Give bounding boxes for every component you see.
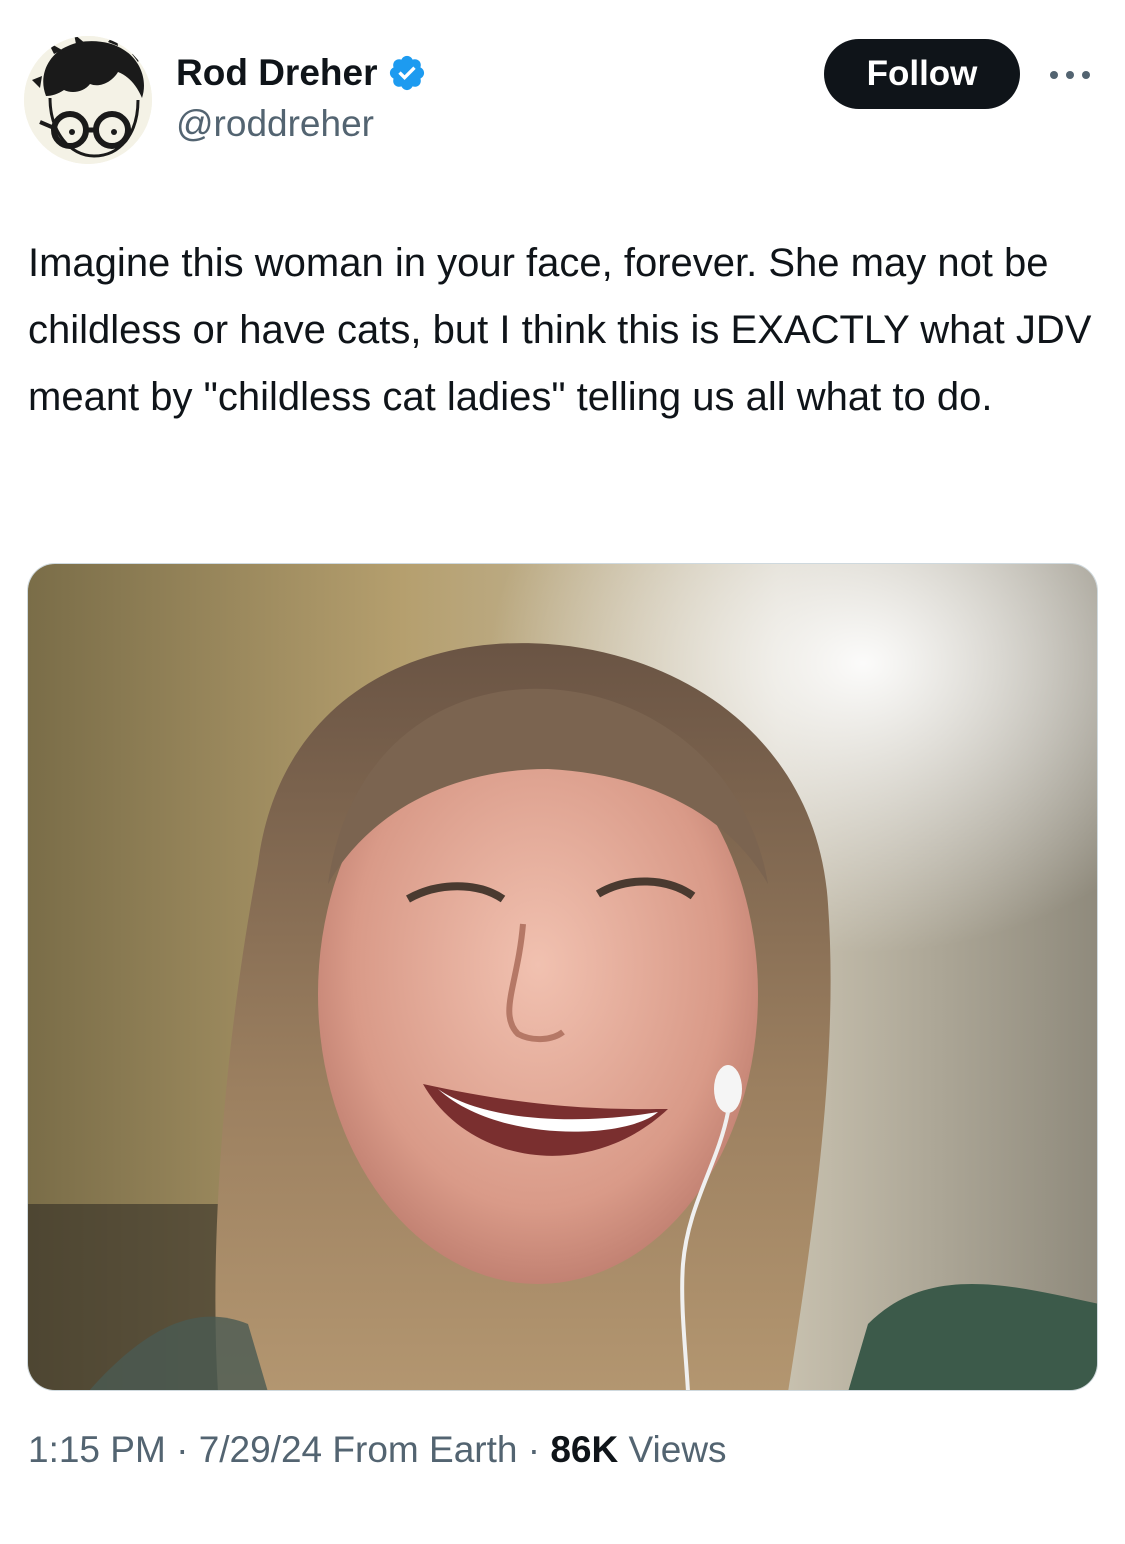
author-avatar[interactable] [24, 36, 152, 164]
photo-image [28, 564, 1097, 1390]
follow-button[interactable]: Follow [824, 39, 1020, 109]
tweet-text: Imagine this woman in your face, forever… [28, 241, 1092, 419]
verified-badge-icon[interactable] [387, 53, 427, 93]
tweet-source: From Earth [332, 1429, 518, 1470]
views-count: 86K [550, 1429, 619, 1470]
tweet-photo[interactable] [27, 563, 1098, 1391]
tweet-date[interactable]: 7/29/24 [199, 1429, 322, 1470]
meta-separator: · [176, 1429, 189, 1470]
more-horizontal-icon[interactable] [1044, 62, 1096, 88]
display-name-text: Rod Dreher [176, 52, 378, 93]
meta-separator: · [527, 1429, 541, 1470]
views-label: Views [628, 1429, 727, 1470]
tweet-meta: 1:15 PM · 7/29/24 From Earth · 86K Views [28, 1425, 727, 1475]
cartoon-face-avatar-icon [24, 36, 152, 164]
tweet-time[interactable]: 1:15 PM [28, 1429, 166, 1470]
author-handle[interactable]: @roddreher [176, 100, 374, 148]
author-display-name[interactable]: Rod Dreher [176, 48, 427, 98]
